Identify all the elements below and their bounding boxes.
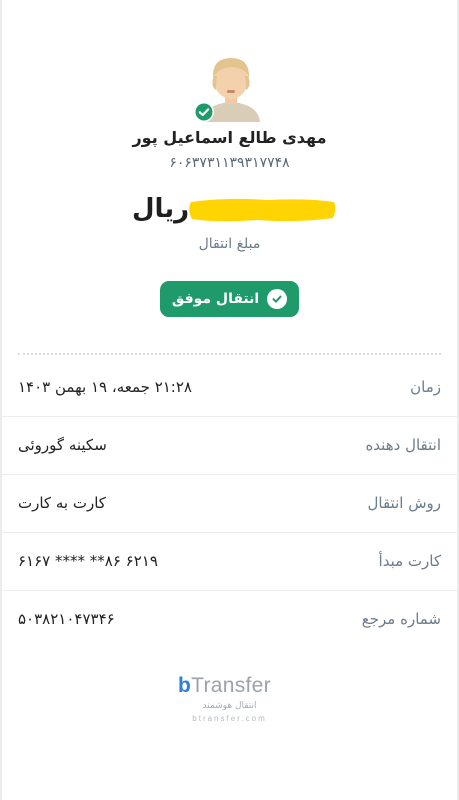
amount-redaction-marker [189,198,336,222]
verified-check-icon [194,102,214,122]
logo-b: b [178,674,192,697]
detail-value: ۵۰۳۸۲۱۰۴۷۳۴۶ [18,610,115,628]
logo-tagline: انتقال هوشمند [202,701,257,711]
amount-label: مبلغ انتقال [198,236,261,252]
detail-row-sender: انتقال دهنده سکینه گوروئی [2,416,457,475]
transfer-amount: ریال [130,192,340,230]
detail-label: کارت مبدأ [378,552,441,570]
detail-label: شماره مرجع [361,610,441,628]
detail-row-time: زمان ۲۱:۲۸ جمعه، ۱۹ بهمن ۱۴۰۳ [2,358,457,417]
btransfer-logo: bTransfer انتقال هوشمند btransfer.com [0,674,459,734]
detail-label: روش انتقال [367,494,442,512]
detail-row-method: روش انتقال کارت به کارت [2,474,457,533]
recipient-name: مهدی طالع اسماعیل پور [132,128,327,147]
detail-row-reference: شماره مرجع ۵۰۳۸۲۱۰۴۷۳۴۶ [2,590,457,648]
detail-label: انتقال دهنده [365,436,441,454]
status-badge: انتقال موفق [160,281,299,317]
detail-label: زمان [410,378,441,396]
logo-rest: Transfer [191,674,271,697]
detail-row-source-card: کارت مبدأ ۶۱۶۷ **** **۸۶ ۶۲۱۹ [2,532,457,591]
detail-value: کارت به کارت [18,494,106,512]
recipient-card-number: ۶۰۶۳۷۳۱۱۳۹۳۱۷۷۴۸ [169,155,290,171]
logo-wordmark: bTransfer [178,674,271,698]
detail-value: ۶۱۶۷ **** **۸۶ ۶۲۱۹ [18,552,158,570]
detail-value: سکینه گوروئی [18,436,107,454]
success-check-icon [267,289,288,309]
dotted-divider [18,353,441,355]
detail-value: ۲۱:۲۸ جمعه، ۱۹ بهمن ۱۴۰۳ [18,378,192,396]
status-label: انتقال موفق [171,291,260,307]
amount-currency: ریال [132,194,190,224]
logo-url: btransfer.com [192,714,267,723]
